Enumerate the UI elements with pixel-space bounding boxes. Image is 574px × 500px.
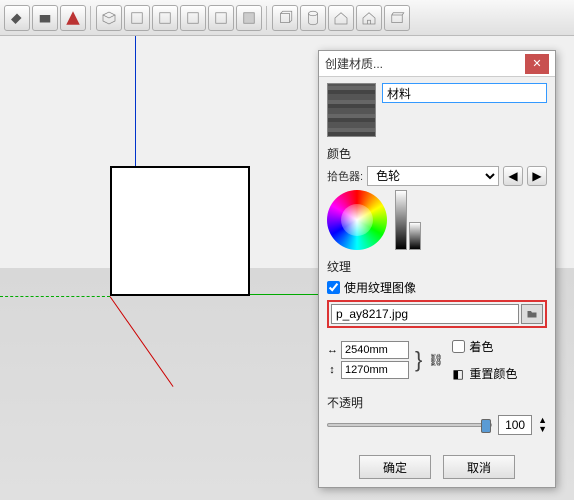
aspect-lock-icon[interactable]: ⛓ — [428, 353, 442, 367]
opacity-spinner-icon[interactable]: ▲▼ — [538, 416, 547, 434]
model-face[interactable] — [110, 166, 250, 296]
texture-height-input[interactable] — [341, 361, 409, 379]
picker-back-icon[interactable]: ◀ — [503, 166, 523, 186]
reset-color-label: 重置颜色 — [469, 365, 517, 382]
browse-button[interactable] — [521, 304, 543, 324]
dialog-title-text: 创建材质... — [325, 55, 525, 72]
material-preview — [327, 83, 376, 137]
view-iso-icon[interactable] — [96, 5, 122, 31]
opacity-slider-thumb[interactable] — [481, 419, 491, 433]
paint-bucket-icon[interactable] — [4, 5, 30, 31]
use-texture-checkbox[interactable] — [327, 281, 340, 294]
close-button[interactable]: ✕ — [525, 54, 549, 74]
model-cylinder-icon[interactable] — [300, 5, 326, 31]
height-icon: ↕ — [327, 364, 337, 376]
picker-label: 拾色器: — [327, 168, 363, 184]
texture-width-input[interactable] — [341, 341, 409, 359]
model-house2-icon[interactable] — [356, 5, 382, 31]
tint-label: 着色 — [469, 338, 493, 355]
axis-z — [135, 36, 136, 176]
use-texture-label: 使用纹理图像 — [344, 279, 416, 296]
opacity-slider[interactable] — [327, 423, 492, 427]
material-name-input[interactable] — [382, 83, 547, 103]
print-icon[interactable] — [32, 5, 58, 31]
axis-y-neg — [0, 296, 110, 297]
picker-select[interactable]: 色轮 — [367, 166, 499, 186]
view-left-icon[interactable] — [236, 5, 262, 31]
picker-fwd-icon[interactable]: ▶ — [527, 166, 547, 186]
opacity-section-label: 不透明 — [327, 394, 547, 411]
tint-checkbox[interactable] — [452, 340, 465, 353]
view-back-icon[interactable] — [208, 5, 234, 31]
width-icon: ↔ — [327, 344, 337, 356]
model-box-icon[interactable] — [272, 5, 298, 31]
axis-y-pos — [250, 294, 320, 295]
color-section-label: 颜色 — [327, 145, 547, 162]
value-preview — [409, 222, 421, 250]
view-front-icon[interactable] — [152, 5, 178, 31]
cancel-button[interactable]: 取消 — [443, 455, 515, 479]
main-toolbar — [0, 0, 574, 36]
model-house1-icon[interactable] — [328, 5, 354, 31]
texture-path-highlight — [327, 300, 547, 328]
texture-path-input[interactable] — [331, 304, 519, 324]
dialog-titlebar[interactable]: 创建材质... ✕ — [319, 51, 555, 77]
link-bracket-icon: } — [415, 347, 422, 373]
texture-section-label: 纹理 — [327, 258, 547, 275]
value-slider[interactable] — [395, 190, 407, 250]
toolbar-separator — [266, 6, 268, 30]
reset-color-icon[interactable]: ◧ — [452, 367, 465, 381]
toolbar-separator — [90, 6, 92, 30]
create-material-dialog: 创建材质... ✕ 颜色 拾色器: 色轮 ◀ ▶ 纹理 使用纹理图像 — [318, 50, 556, 488]
opacity-value-input[interactable] — [498, 415, 532, 435]
info-icon[interactable] — [60, 5, 86, 31]
color-wheel[interactable] — [327, 190, 387, 250]
model-box2-icon[interactable] — [384, 5, 410, 31]
dialog-body: 颜色 拾色器: 色轮 ◀ ▶ 纹理 使用纹理图像 — [319, 77, 555, 449]
axis-x — [110, 296, 174, 387]
view-top-icon[interactable] — [124, 5, 150, 31]
ok-button[interactable]: 确定 — [359, 455, 431, 479]
view-right-icon[interactable] — [180, 5, 206, 31]
